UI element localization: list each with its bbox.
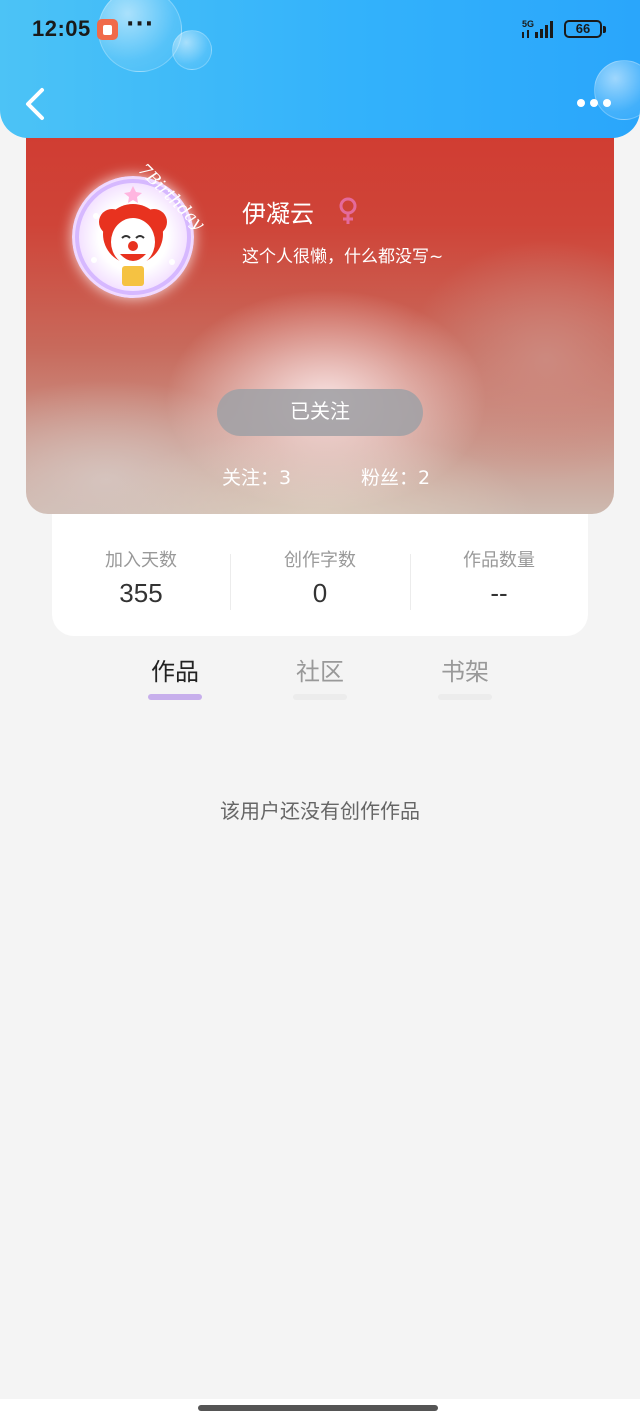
bottom-area xyxy=(0,1399,640,1423)
following-count[interactable]: 关注：3 xyxy=(222,463,291,490)
tab-indicator-community xyxy=(293,694,347,700)
stat-label: 创作字数 xyxy=(284,550,356,571)
network-label: 5G xyxy=(522,19,534,29)
stat-value: -- xyxy=(490,578,508,608)
tab-indicator-bookshelf xyxy=(438,694,492,700)
stat-join-days: 加入天数 355 xyxy=(52,546,230,609)
stat-value: 355 xyxy=(119,578,163,608)
decor-bubble xyxy=(594,60,640,120)
stat-label: 作品数量 xyxy=(463,550,535,571)
more-horizontal-icon[interactable] xyxy=(576,97,612,109)
followers-count[interactable]: 粉丝：2 xyxy=(361,463,430,490)
following-button[interactable]: 已关注 xyxy=(217,389,423,436)
status-more-icon: ··· xyxy=(126,12,155,37)
top-header: 12:05 ··· 5G 66 xyxy=(0,0,640,138)
stat-value: 0 xyxy=(312,578,328,608)
female-icon xyxy=(339,197,357,224)
home-indicator[interactable] xyxy=(198,1405,438,1411)
tab-community[interactable]: 社区 xyxy=(265,652,375,687)
stat-label: 加入天数 xyxy=(105,550,177,571)
battery-icon: 66 xyxy=(564,20,606,38)
tab-indicator-works xyxy=(148,694,202,700)
profile-banner xyxy=(26,100,614,514)
empty-state-message: 该用户还没有创作作品 xyxy=(220,799,420,823)
tab-bookshelf[interactable]: 书架 xyxy=(410,652,520,687)
stats-card: 加入天数 355 创作字数 0 作品数量 -- xyxy=(52,514,588,636)
stat-word-count: 创作字数 0 xyxy=(231,546,409,609)
stat-works-count: 作品数量 -- xyxy=(410,546,588,609)
chevron-left-icon[interactable] xyxy=(22,86,48,122)
username: 伊凝云 xyxy=(242,200,314,228)
user-bio: 这个人很懒，什么都没写~ xyxy=(242,247,444,267)
status-time: 12:05 xyxy=(32,16,91,41)
tab-works[interactable]: 作品 xyxy=(120,652,230,687)
status-bar: 12:05 ··· 5G 66 xyxy=(0,0,640,60)
signal-5g-icon: 5G xyxy=(522,19,553,38)
app-notification-icon xyxy=(97,19,118,40)
